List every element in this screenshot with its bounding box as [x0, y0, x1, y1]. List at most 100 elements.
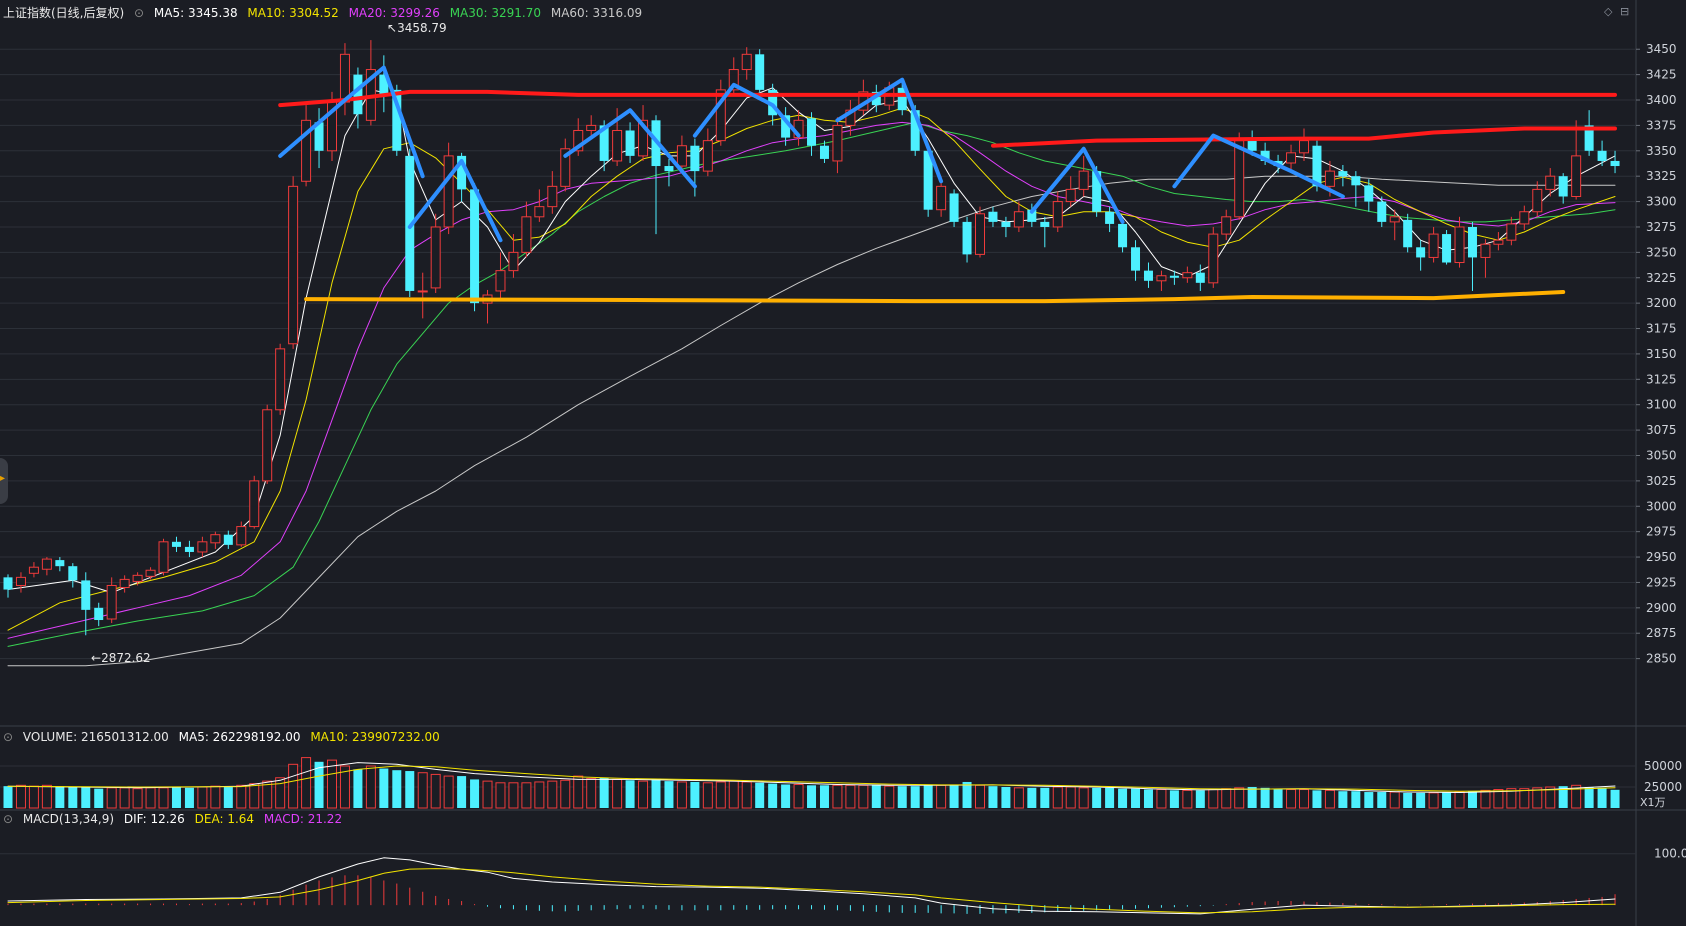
volume-bar-up — [119, 787, 130, 809]
volume-bar-down — [353, 769, 363, 808]
candle — [755, 49, 765, 95]
candle-body-up — [1506, 223, 1517, 241]
candle-body-up — [288, 185, 299, 345]
candle — [81, 572, 91, 636]
macd-settings-icon[interactable]: ⊙ — [3, 812, 13, 826]
candle — [94, 602, 104, 627]
candle — [1143, 262, 1153, 288]
volume-bar-down — [94, 788, 104, 808]
candle-body-down — [1558, 176, 1568, 197]
volume-bar-up — [236, 784, 247, 809]
volume-bar-down — [1610, 789, 1620, 808]
candle-body-up — [1221, 216, 1232, 235]
candle-body-down — [94, 607, 104, 621]
candle-body-down — [353, 74, 363, 115]
volume-bar-down — [1416, 792, 1426, 808]
candle — [547, 171, 558, 214]
volume-ma10-label: MA10: 239907232.00 — [310, 730, 440, 744]
volume-bar-up — [210, 785, 221, 809]
candle-body-up — [1389, 216, 1400, 223]
volume-bar-down — [3, 786, 13, 808]
volume-bar-up — [1052, 786, 1063, 809]
candle-body-up — [1324, 170, 1335, 187]
volume-bar-down — [625, 780, 635, 808]
volume-bar-down — [1027, 787, 1037, 808]
volume-bar-down — [1467, 791, 1477, 808]
candle — [1338, 165, 1348, 187]
candle-body-down — [1040, 221, 1050, 227]
volume-bar-up — [1065, 786, 1076, 809]
price-tick-label: 3400 — [1646, 93, 1677, 107]
ma5-line — [7, 87, 1616, 594]
price-tick-label: 3350 — [1646, 144, 1677, 158]
volume-bar-up — [15, 784, 26, 809]
volume-bar-down — [55, 786, 65, 808]
settings-icon[interactable]: ⊙ — [134, 6, 144, 20]
diamond-icon[interactable]: ◇ — [1604, 5, 1612, 18]
candle-body-up — [1545, 175, 1556, 190]
candle-body-up — [132, 574, 143, 582]
candle-body-down — [988, 211, 998, 222]
volume-bar-up — [1156, 789, 1167, 809]
volume-settings-icon[interactable]: ⊙ — [3, 730, 13, 744]
candle-body-down — [807, 118, 817, 146]
volume-bar-up — [249, 783, 260, 809]
price-tick-label: 3425 — [1646, 68, 1677, 82]
candle — [197, 536, 208, 558]
candle-body-down — [949, 193, 959, 222]
candle-body-down — [664, 166, 674, 172]
volume-bar-down — [1364, 792, 1374, 808]
price-tick-label: 2950 — [1646, 550, 1677, 564]
macd-tick-label: 100.0 — [1654, 847, 1686, 861]
candle-body-up — [417, 290, 428, 293]
volume-bar-up — [858, 784, 869, 809]
volume-bar-down — [599, 777, 609, 808]
volume-bar-up — [560, 779, 571, 809]
candle — [495, 252, 506, 299]
volume-bar-down — [1105, 787, 1115, 808]
candle — [521, 201, 532, 258]
candle — [1364, 179, 1374, 212]
volume-bar-up — [1234, 787, 1245, 809]
candle — [988, 206, 998, 227]
price-tick-label: 3050 — [1646, 448, 1677, 462]
volume-bar-up — [1519, 788, 1530, 809]
volume-bar-down — [1338, 791, 1348, 808]
candle — [262, 404, 273, 484]
candle — [417, 272, 428, 319]
window-icon[interactable]: ⊟ — [1620, 5, 1629, 18]
volume-bar-down — [1442, 792, 1452, 808]
candle — [1428, 226, 1439, 263]
candle-body-down — [223, 534, 233, 545]
volume-bar-up — [676, 781, 687, 809]
price-tick-label: 2975 — [1646, 525, 1677, 539]
volume-bar-up — [1428, 792, 1439, 809]
candle — [119, 575, 130, 593]
volume-tick-label: 50000 — [1644, 759, 1682, 773]
volume-bar-up — [301, 757, 312, 809]
candle — [949, 189, 959, 227]
volume-bar-up — [793, 783, 804, 809]
volume-bar-down — [1118, 788, 1128, 808]
ma20-line — [7, 121, 1616, 639]
volume-bar-down — [1377, 792, 1387, 808]
volume-bar-up — [275, 777, 286, 809]
candle — [184, 540, 194, 558]
candle — [145, 567, 156, 580]
candle-body-down — [1195, 272, 1205, 283]
volume-bar-down — [962, 781, 972, 808]
volume-bar-down — [1273, 788, 1283, 808]
side-panel-toggle[interactable]: ▸ — [0, 458, 8, 504]
volume-bar-up — [1493, 789, 1504, 809]
candle-body-down — [962, 221, 972, 255]
volume-bar-up — [884, 785, 895, 809]
candle — [975, 206, 985, 258]
volume-bar-up — [508, 782, 519, 809]
candle-body-up — [1519, 211, 1530, 225]
price-tick-label: 3100 — [1646, 398, 1677, 412]
price-tick-label: 3000 — [1646, 499, 1677, 513]
price-tick-label: 3375 — [1646, 118, 1677, 132]
candle-body-up — [1428, 233, 1439, 258]
volume-bar-up — [288, 763, 299, 809]
candle — [962, 216, 972, 263]
